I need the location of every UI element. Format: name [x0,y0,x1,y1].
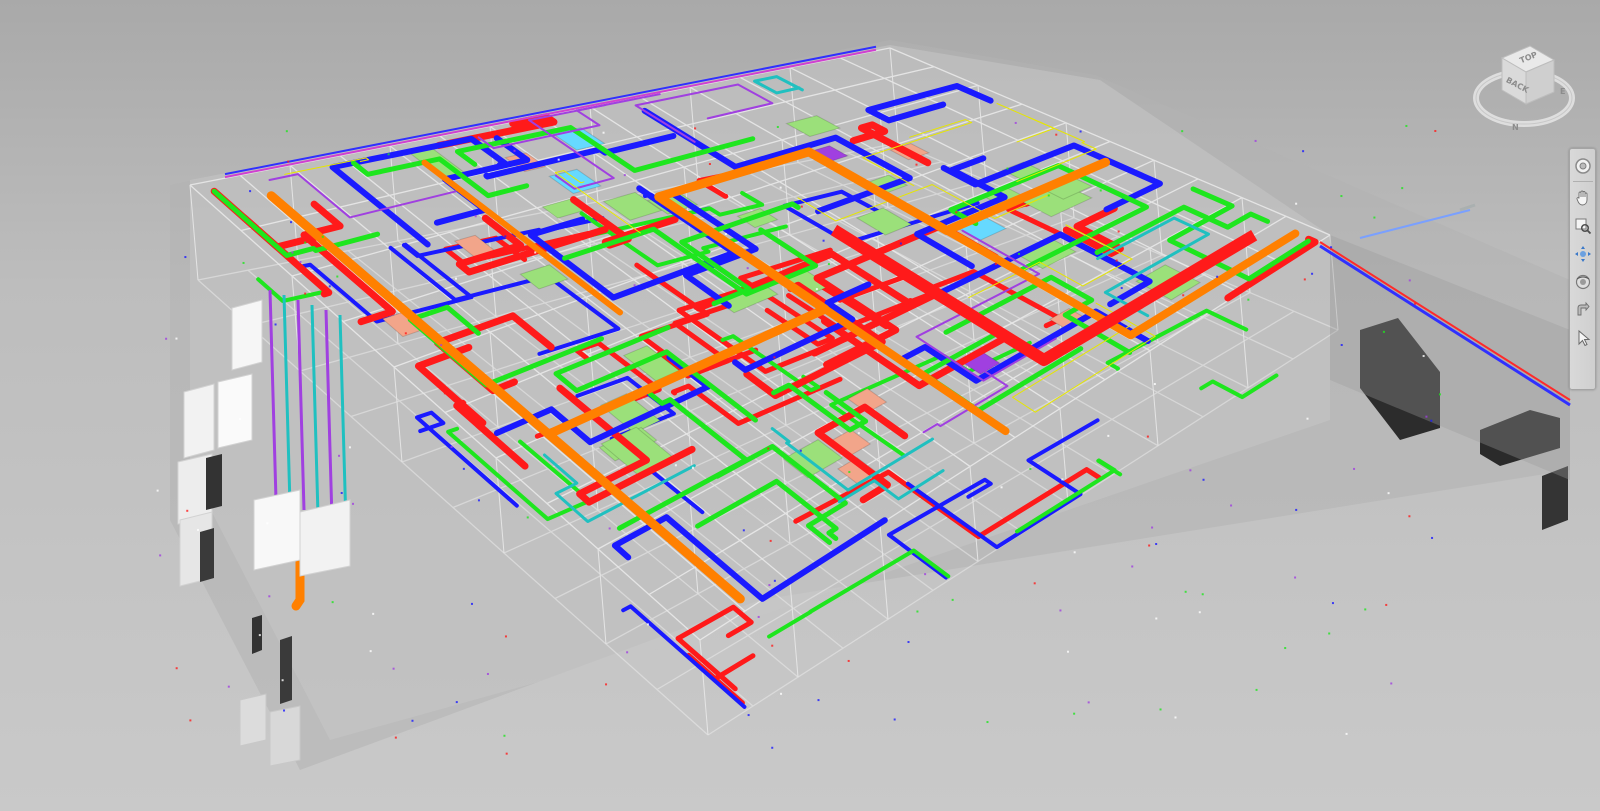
steering-wheel-button[interactable] [1572,155,1594,177]
viewcube[interactable]: TOP BACK E N [1472,38,1580,138]
select-pointer-icon [1578,329,1590,347]
compass-east-label: E [1560,87,1565,96]
mep-model-scene[interactable] [0,0,1600,811]
navbar-divider [1572,181,1593,182]
3d-model-viewport[interactable]: TOP BACK E N [0,0,1600,811]
compass-north-label: N [1512,123,1519,132]
navigate-arrows-icon [1574,246,1591,262]
pan-button[interactable] [1572,187,1594,209]
look-button[interactable] [1572,299,1594,321]
zoom-magnifier-icon [1575,218,1591,235]
select-button[interactable] [1572,327,1594,349]
orbit-button[interactable] [1572,271,1594,293]
look-icon [1577,301,1590,316]
navigation-bar [1569,148,1596,390]
steering-wheel-icon [1574,158,1591,174]
navigate-button[interactable] [1572,243,1594,265]
pan-hand-icon [1576,190,1587,206]
zoom-button[interactable] [1572,215,1594,237]
orbit-icon [1575,274,1590,290]
